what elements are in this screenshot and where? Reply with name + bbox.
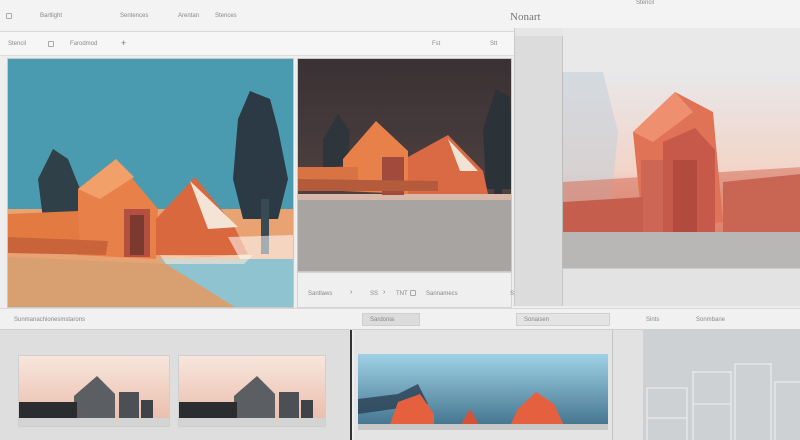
status-mid-badge-label[interactable]: Sardonia (370, 317, 394, 323)
thumbnail-2[interactable] (178, 355, 326, 427)
thumbnail-1[interactable] (18, 355, 170, 427)
tab-1[interactable]: Bartlight (40, 13, 62, 19)
thumbnail-image (358, 354, 608, 430)
toggle-icon[interactable] (410, 290, 416, 296)
control-label-3[interactable]: TNT (396, 291, 408, 297)
thumbnail-image (179, 356, 325, 426)
red-house-illustration (563, 72, 800, 268)
tab-2[interactable]: Sentences (120, 13, 148, 19)
tab-3[interactable]: Arentan (178, 13, 199, 19)
toolbar-mid-label[interactable]: Farodmod (70, 41, 97, 47)
toolbar-left-label[interactable]: Stencil (8, 41, 26, 47)
toolbar-right-label-2[interactable]: Stt (490, 41, 497, 47)
chevron-right-icon[interactable]: › (383, 289, 385, 296)
main-canvas[interactable] (7, 58, 294, 308)
control-label-1[interactable]: Santlaws (308, 291, 332, 297)
right-panel-header (563, 28, 800, 72)
thumbnail-4[interactable] (643, 330, 800, 440)
toolbar-right-label-1[interactable]: Fst (432, 41, 440, 47)
right-panel-sidebar (515, 36, 563, 306)
status-bar: Sunmanachionesmstarons Sardonia Sonaisen… (0, 308, 800, 330)
canvas-controls: Santlaws › SS › TNT Sannamecs Sannr (297, 272, 526, 308)
window-top-right-label: Stencil (636, 0, 655, 6)
right-panel-footer (563, 268, 800, 306)
filmstrip-middle (354, 330, 612, 440)
tab-4[interactable]: Stences (215, 13, 237, 19)
window-control-icon[interactable] (6, 13, 12, 19)
status-far-right-1: Sints (646, 317, 660, 323)
control-label-2[interactable]: SS (370, 291, 378, 297)
dropdown-icon[interactable] (48, 41, 54, 47)
preview-canvas[interactable] (562, 72, 800, 268)
toolbar: Stencil Farodmod + Fst Stt (0, 32, 514, 56)
status-right-badge-label[interactable]: Sonaisen (524, 317, 549, 323)
window-title: Nonart (510, 11, 541, 23)
secondary-canvas[interactable] (297, 58, 512, 272)
status-left-label: Sunmanachionesmstarons (14, 317, 86, 323)
filmstrip-left (0, 330, 352, 440)
thumbnail-3[interactable] (358, 354, 608, 430)
thumbnail-image (19, 356, 169, 426)
warm-landscape-illustration (298, 59, 511, 271)
add-icon[interactable]: + (121, 38, 126, 48)
status-far-right-2: Sonmbane (696, 317, 726, 323)
wireframe-icon (643, 330, 800, 440)
control-label-4[interactable]: Sannamecs (426, 291, 458, 297)
filmstrip-right (612, 330, 800, 440)
landscape-illustration (8, 59, 293, 307)
chevron-right-icon[interactable]: › (350, 289, 352, 296)
